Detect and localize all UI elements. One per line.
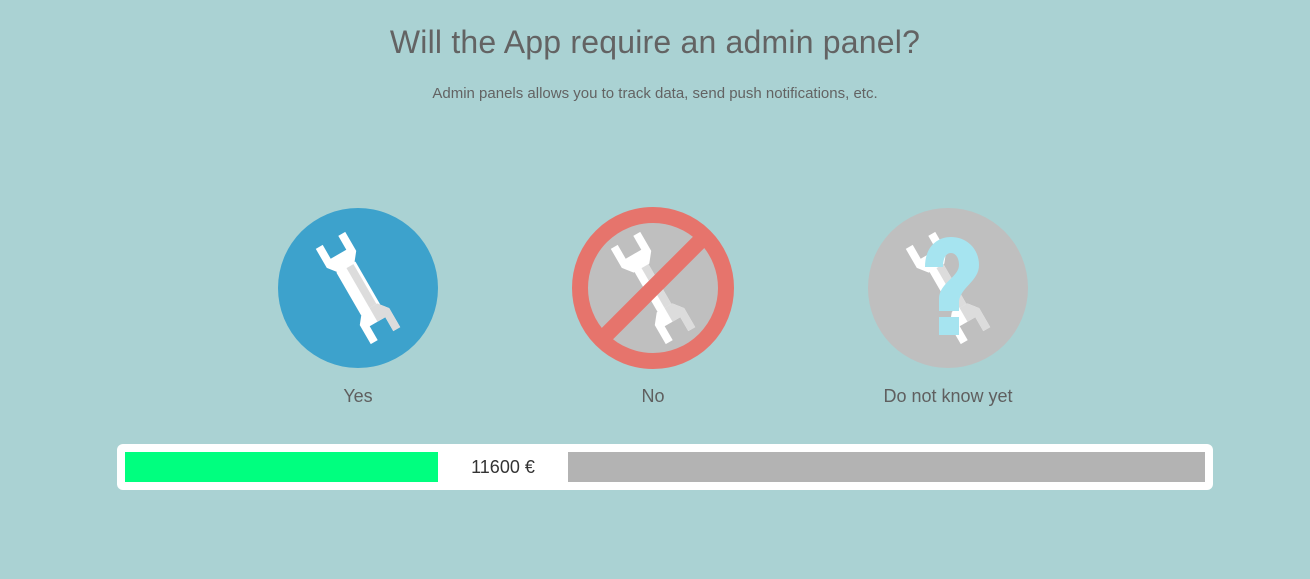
option-do-not-know[interactable]: Do not know yet bbox=[848, 207, 1048, 407]
option-yes[interactable]: Yes bbox=[258, 207, 458, 407]
option-label-no: No bbox=[641, 386, 665, 406]
option-label-do-not-know: Do not know yet bbox=[883, 386, 1013, 406]
question-wrench-icon bbox=[868, 208, 1028, 368]
price-progress-bar: 11600 € bbox=[117, 444, 1213, 490]
page: Will the App require an admin panel? Adm… bbox=[0, 0, 1310, 579]
price-total: 11600 € bbox=[471, 457, 535, 477]
no-wrench-icon bbox=[572, 207, 734, 369]
page-title: Will the App require an admin panel? bbox=[389, 24, 921, 60]
progress-fill bbox=[125, 452, 438, 482]
option-no[interactable]: No bbox=[553, 207, 753, 407]
progress-remainder bbox=[568, 452, 1205, 482]
option-label-yes: Yes bbox=[343, 386, 373, 406]
wrench-icon bbox=[278, 208, 438, 368]
page-subtitle: Admin panels allows you to track data, s… bbox=[432, 85, 878, 102]
